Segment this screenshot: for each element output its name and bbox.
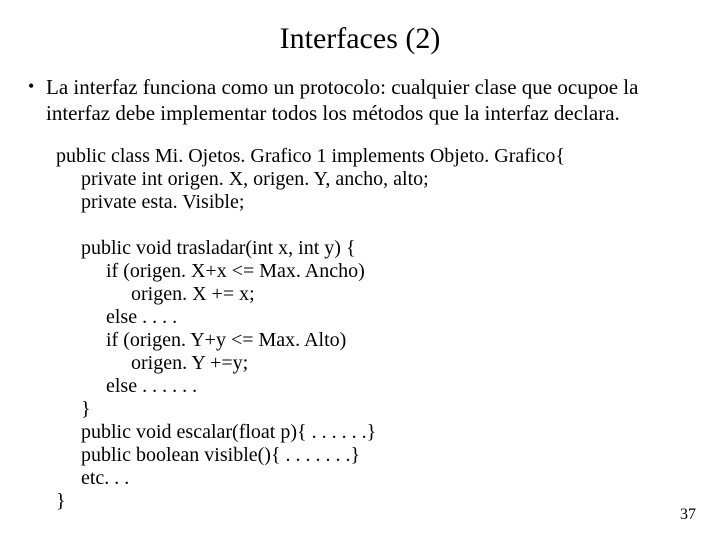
- slide: Interfaces (2) • La interfaz funciona co…: [0, 0, 720, 540]
- page-number: 37: [680, 506, 696, 524]
- slide-title: Interfaces (2): [28, 22, 692, 56]
- code-block: public class Mi. Ojetos. Grafico 1 imple…: [56, 145, 692, 513]
- bullet-item: • La interfaz funciona como un protocolo…: [28, 74, 692, 127]
- bullet-text: La interfaz funciona como un protocolo: …: [46, 74, 692, 127]
- bullet-dot-icon: •: [28, 74, 46, 98]
